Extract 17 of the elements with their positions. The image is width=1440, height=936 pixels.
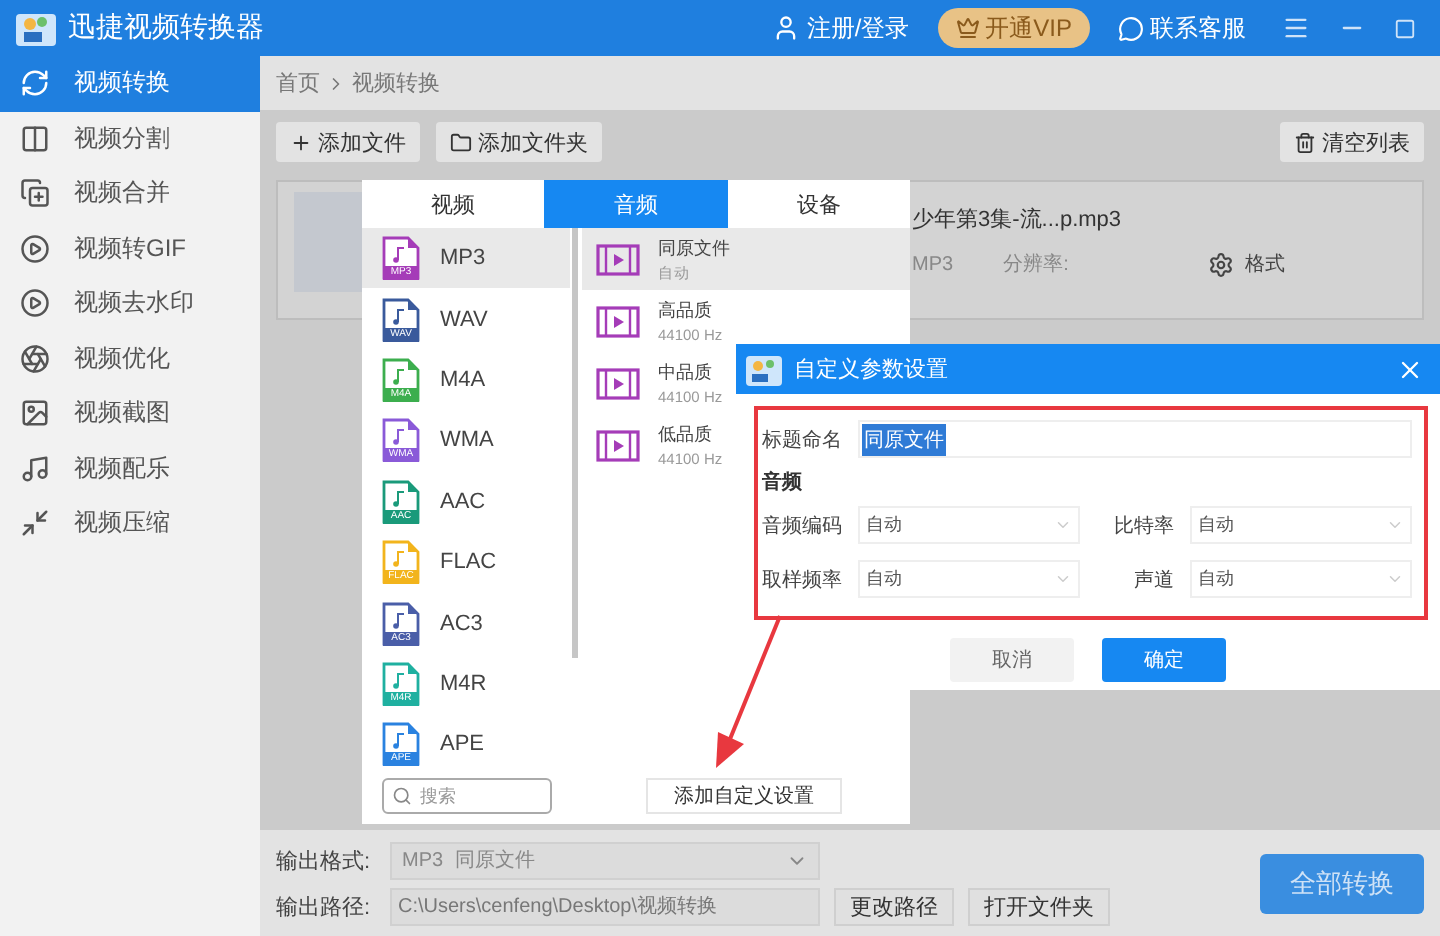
preset-name: 中品质	[658, 360, 714, 386]
preset-name: 同原文件	[658, 235, 730, 261]
field-label: 比特率	[1112, 513, 1174, 539]
app-title: 迅捷视频转换器	[68, 10, 264, 46]
output-format-label: 输出格式:	[276, 847, 373, 875]
field-label: 标题命名	[760, 427, 842, 453]
section-title: 音频	[760, 468, 804, 496]
resolution-label: 分辨率:	[1003, 251, 1069, 278]
field-label: 音频编码	[760, 513, 842, 539]
output-path-label: 输出路径:	[276, 893, 373, 921]
field-label: 声道	[1132, 567, 1174, 593]
file-format: MP3	[912, 253, 954, 275]
preset-name: 低品质	[658, 422, 714, 448]
breadcrumb-current: 视频转换	[352, 70, 440, 98]
field-label: 取样频率	[760, 567, 842, 593]
file-name: 少年第3集-流...p.mp3	[912, 205, 1124, 234]
preset-name: 高品质	[658, 298, 714, 324]
